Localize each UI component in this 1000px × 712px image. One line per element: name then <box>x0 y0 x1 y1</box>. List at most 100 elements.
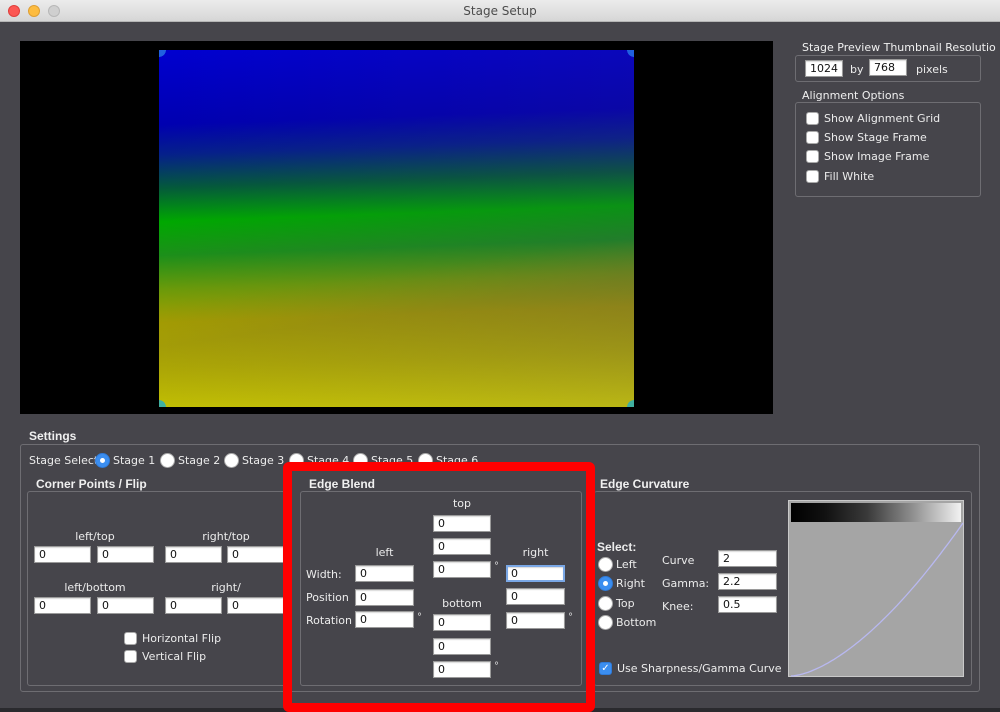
radio-icon <box>224 453 239 468</box>
right-bottom-x-input[interactable] <box>165 597 222 614</box>
knee-input[interactable] <box>718 596 777 613</box>
radio-label: Right <box>616 577 645 590</box>
left-top-label: left/top <box>75 530 115 543</box>
left-bottom-x-input[interactable] <box>34 597 91 614</box>
vertical-flip-checkbox[interactable]: Vertical Flip <box>124 650 206 663</box>
show-stage-frame-checkbox[interactable]: Show Stage Frame <box>806 131 927 144</box>
select-label: Select: <box>597 540 637 554</box>
corner-points-label: Corner Points / Flip <box>36 477 147 491</box>
show-image-frame-checkbox[interactable]: Show Image Frame <box>806 150 929 163</box>
stage-6-radio[interactable]: Stage 6 <box>418 453 478 468</box>
width-row-label: Width: <box>306 568 342 581</box>
checkbox-label: Fill White <box>824 170 875 183</box>
edge-blend-bottom-rotation-input[interactable] <box>433 661 491 678</box>
left-bottom-label: left/bottom <box>64 581 126 594</box>
edge-blend-left-rotation-input[interactable] <box>355 611 414 628</box>
checkbox-icon <box>124 632 137 645</box>
right-top-y-input[interactable] <box>227 546 284 563</box>
checkbox-label: Horizontal Flip <box>142 632 222 645</box>
left-top-y-input[interactable] <box>97 546 154 563</box>
horizontal-flip-checkbox[interactable]: Horizontal Flip <box>124 632 221 645</box>
window-title: Stage Setup <box>463 4 537 18</box>
radio-icon <box>160 453 175 468</box>
right-top-label: right/top <box>202 530 250 543</box>
edge-blend-right-width-input[interactable] <box>506 565 565 582</box>
curve-input[interactable] <box>718 550 777 567</box>
edge-blend-top-width-input[interactable] <box>433 515 491 532</box>
edge-curvature-label: Edge Curvature <box>600 477 690 491</box>
stage-4-radio[interactable]: Stage 4 <box>289 453 349 468</box>
checkbox-icon <box>806 131 819 144</box>
checkmark-icon: ✓ <box>599 662 612 675</box>
degree-symbol: ° <box>568 612 573 623</box>
edge-blend-top-rotation-input[interactable] <box>433 561 491 578</box>
radio-label: Left <box>616 558 637 571</box>
thumbnail-height-input[interactable] <box>869 59 907 76</box>
edge-bottom-radio[interactable]: Bottom <box>598 615 656 630</box>
radio-icon <box>598 596 613 611</box>
stage-preview-image <box>159 50 634 407</box>
radio-icon <box>598 557 613 572</box>
checkbox-icon <box>806 170 819 183</box>
checkbox-icon <box>124 650 137 663</box>
edge-blend-right-position-input[interactable] <box>506 588 565 605</box>
edge-blend-left-width-input[interactable] <box>355 565 414 582</box>
checkbox-icon <box>806 150 819 163</box>
stage-select-label: Stage Select: <box>29 454 102 467</box>
curve-svg <box>790 522 964 677</box>
edge-blend-label: Edge Blend <box>309 477 376 491</box>
corner-handle-right-top[interactable] <box>626 50 634 58</box>
edge-blend-bottom-width-input[interactable] <box>433 614 491 631</box>
right-bottom-label: right/ <box>211 581 241 594</box>
thumbnail-resolution-label: Stage Preview Thumbnail Resolutio <box>802 41 996 54</box>
edge-right-radio[interactable]: Right <box>598 576 645 591</box>
radio-icon <box>598 615 613 630</box>
left-top-x-input[interactable] <box>34 546 91 563</box>
degree-symbol: ° <box>494 661 499 672</box>
edge-left-radio[interactable]: Left <box>598 557 637 572</box>
settings-label: Settings <box>29 429 77 443</box>
bottom-edge <box>0 708 1000 712</box>
corner-handle-left-top[interactable] <box>159 50 167 58</box>
radio-label: Stage 5 <box>371 454 414 467</box>
use-sharpness-gamma-curve-checkbox[interactable]: ✓ Use Sharpness/Gamma Curve <box>599 662 782 675</box>
radio-selected-icon <box>95 453 110 468</box>
left-bottom-y-input[interactable] <box>97 597 154 614</box>
edge-blend-left-position-input[interactable] <box>355 589 414 606</box>
radio-label: Stage 3 <box>242 454 285 467</box>
edge-blend-bottom-label: bottom <box>442 597 482 610</box>
right-top-x-input[interactable] <box>165 546 222 563</box>
curve-label: Curve <box>662 554 695 567</box>
edge-blend-left-label: left <box>375 546 394 559</box>
edge-blend-right-rotation-input[interactable] <box>506 612 565 629</box>
alignment-options-label: Alignment Options <box>802 89 905 102</box>
checkbox-label: Show Stage Frame <box>824 131 927 144</box>
stage-3-radio[interactable]: Stage 3 <box>224 453 284 468</box>
right-bottom-y-input[interactable] <box>227 597 284 614</box>
radio-label: Top <box>616 597 635 610</box>
corner-handle-right-bottom[interactable] <box>626 399 634 407</box>
edge-top-radio[interactable]: Top <box>598 596 635 611</box>
radio-label: Stage 4 <box>307 454 350 467</box>
radio-icon <box>353 453 368 468</box>
stage-5-radio[interactable]: Stage 5 <box>353 453 413 468</box>
stage-2-radio[interactable]: Stage 2 <box>160 453 220 468</box>
by-label: by <box>850 63 864 76</box>
rotation-row-label: Rotation <box>306 614 353 627</box>
checkbox-label: Show Image Frame <box>824 150 930 163</box>
show-alignment-grid-checkbox[interactable]: Show Alignment Grid <box>806 112 940 125</box>
radio-selected-icon <box>598 576 613 591</box>
title-bar: Stage Setup <box>0 0 1000 22</box>
edge-blend-top-position-input[interactable] <box>433 538 491 555</box>
stage-1-radio[interactable]: Stage 1 <box>95 453 155 468</box>
edge-blend-bottom-position-input[interactable] <box>433 638 491 655</box>
gamma-input[interactable] <box>718 573 777 590</box>
checkbox-label: Show Alignment Grid <box>824 112 941 125</box>
fill-white-checkbox[interactable]: Fill White <box>806 170 874 183</box>
corner-handle-left-bottom[interactable] <box>159 399 167 407</box>
thumbnail-width-input[interactable] <box>805 60 843 77</box>
position-row-label: Position <box>306 591 349 604</box>
pixels-label: pixels <box>916 63 948 76</box>
radio-icon <box>418 453 433 468</box>
degree-symbol: ° <box>494 561 499 572</box>
